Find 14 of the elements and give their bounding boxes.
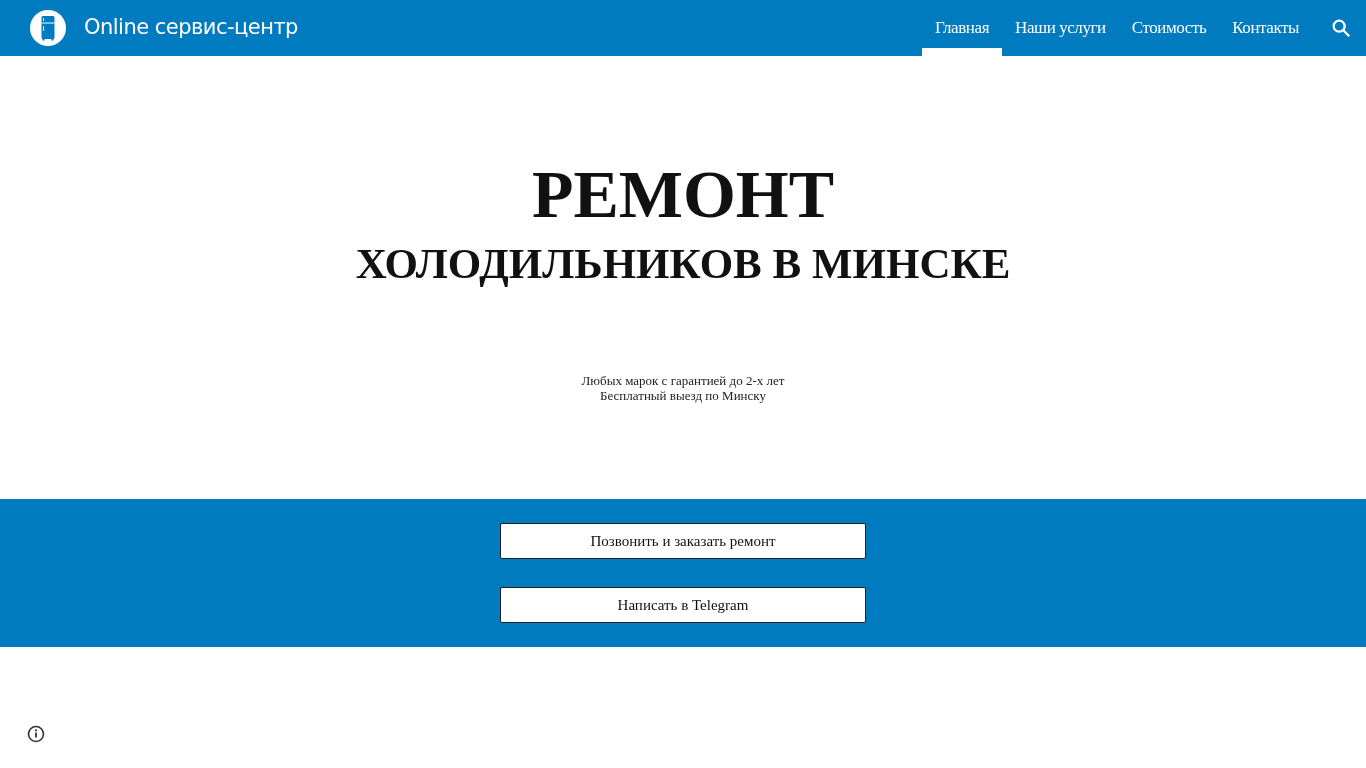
nav-tab[interactable]: Главная <box>921 0 1003 56</box>
search-icon[interactable] <box>1330 17 1352 39</box>
hero-subtitle: ХОЛОДИЛЬНИКОВ В МИНСКЕ <box>355 242 1011 285</box>
nav-tab[interactable]: Контакты <box>1219 0 1312 56</box>
action-button[interactable]: Написать в Telegram <box>500 587 866 623</box>
refrigerator-logo-icon[interactable] <box>30 10 66 46</box>
hero-text-line: Любых марок с гарантией до 2-х лет <box>581 373 785 388</box>
hero-text-line: Бесплатный выезд по Минску <box>600 388 766 403</box>
info-icon[interactable] <box>27 725 45 743</box>
nav-tab[interactable]: Стоимость <box>1118 0 1220 56</box>
action-button[interactable]: Позвонить и заказать ремонт <box>500 523 866 559</box>
hero-title: РЕМОНТ <box>531 160 835 228</box>
nav-tab[interactable]: Наши услуги <box>1002 0 1119 56</box>
site-title[interactable]: Online сервис-центр <box>84 12 298 44</box>
